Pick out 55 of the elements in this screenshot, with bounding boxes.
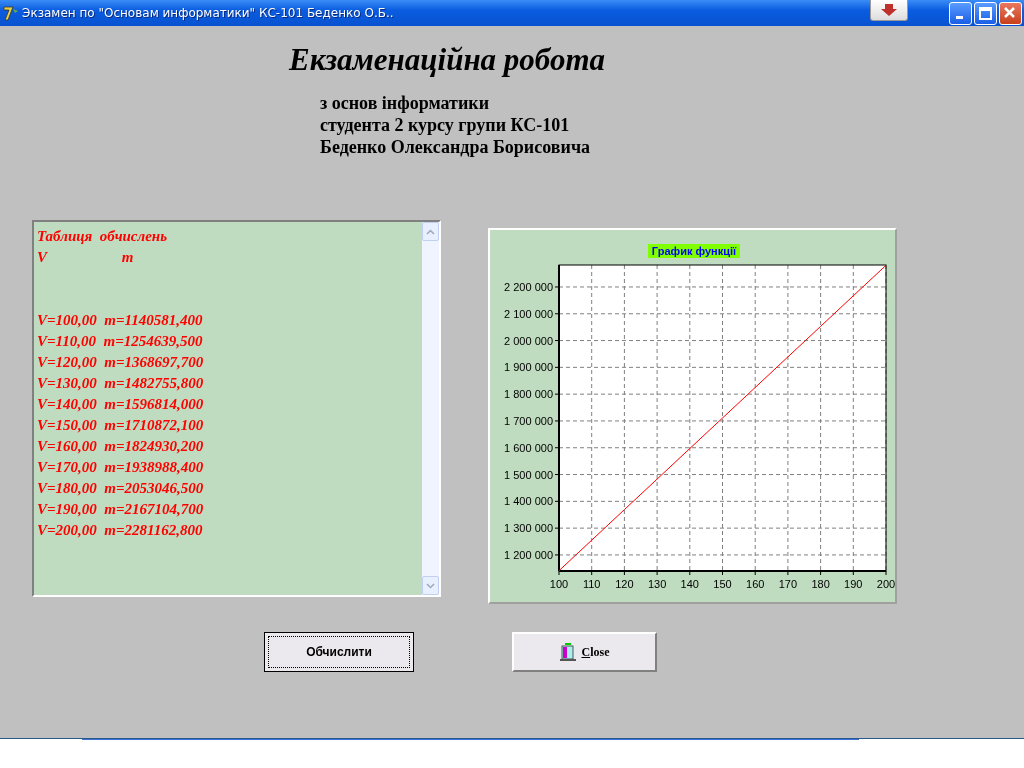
exam-heading: Екзаменаційна робота	[289, 42, 606, 78]
subtitle-line: з основ інформатики	[320, 92, 491, 114]
y-tick-label: 2 100 000	[504, 307, 553, 320]
x-tick-label: 200	[876, 578, 895, 590]
memo-line: V=160,00 m=1824930,200	[37, 438, 204, 454]
x-tick-label: 150	[713, 578, 732, 590]
dropdown-button[interactable]	[870, 0, 908, 21]
y-tick-label: 1 900 000	[504, 361, 553, 374]
memo-line: V=190,00 m=2167104,700	[37, 501, 204, 517]
maximize-button[interactable]	[974, 2, 997, 25]
x-tick-label: 110	[582, 578, 601, 590]
chevron-down-icon	[426, 582, 435, 589]
subtitle-line: студента 2 курсу групи КС-101	[320, 114, 571, 136]
y-tick-label: 1 700 000	[504, 414, 553, 427]
minimize-button[interactable]	[949, 2, 972, 25]
close-app-button[interactable]: Close	[512, 632, 657, 672]
memo-line: V=170,00 m=1938988,400	[37, 459, 204, 475]
y-tick-label: 1 600 000	[504, 441, 553, 454]
app-icon	[3, 5, 19, 21]
memo-header-line: V m	[37, 249, 134, 265]
memo-line: V=120,00 m=1368697,700	[37, 354, 204, 370]
x-tick-label: 180	[811, 578, 830, 590]
memo-line: V=100,00 m=1140581,400	[37, 312, 203, 328]
close-button[interactable]	[999, 2, 1022, 25]
x-tick-label: 120	[615, 578, 634, 590]
y-tick-label: 1 200 000	[504, 548, 553, 561]
chevron-up-icon	[426, 228, 435, 235]
memo-line: V=140,00 m=1596814,000	[37, 396, 204, 412]
close-icon	[1004, 7, 1015, 18]
y-tick-label: 1 800 000	[504, 388, 553, 401]
memo-header-line: Таблиця обчислень	[37, 228, 168, 244]
calculate-button[interactable]: Обчислити	[264, 632, 414, 672]
y-tick-label: 1 300 000	[504, 522, 553, 535]
x-tick-label: 140	[680, 578, 699, 590]
results-memo[interactable]	[32, 220, 441, 597]
y-tick-label: 2 200 000	[504, 280, 553, 293]
door-icon	[559, 643, 578, 661]
memo-line: V=180,00 m=2053046,500	[37, 480, 204, 496]
y-tick-label: 1 400 000	[504, 495, 553, 508]
memo-line: V=130,00 m=1482755,800	[37, 375, 204, 391]
x-tick-label: 100	[549, 578, 569, 590]
x-tick-label: 170	[778, 578, 798, 590]
memo-line: V=200,00 m=2281162,800	[37, 522, 203, 538]
minimize-icon	[956, 16, 963, 19]
maximize-icon	[979, 7, 992, 20]
window-title: Экзамен по "Основам информатики" КС-101 Беденко О.Б..	[22, 6, 394, 20]
x-tick-label: 190	[844, 578, 863, 590]
y-tick-label: 2 000 000	[504, 334, 553, 347]
x-tick-label: 130	[647, 578, 667, 590]
memo-line: V=110,00 m=1254639,500	[37, 333, 203, 349]
chart-title: График функції	[648, 244, 740, 258]
subtitle-line: Беденко Олександра Борисовича	[320, 136, 592, 158]
memo-line: V=150,00 m=1710872,100	[37, 417, 204, 433]
y-tick-label: 1 500 000	[504, 468, 553, 481]
x-tick-label: 160	[746, 578, 765, 590]
